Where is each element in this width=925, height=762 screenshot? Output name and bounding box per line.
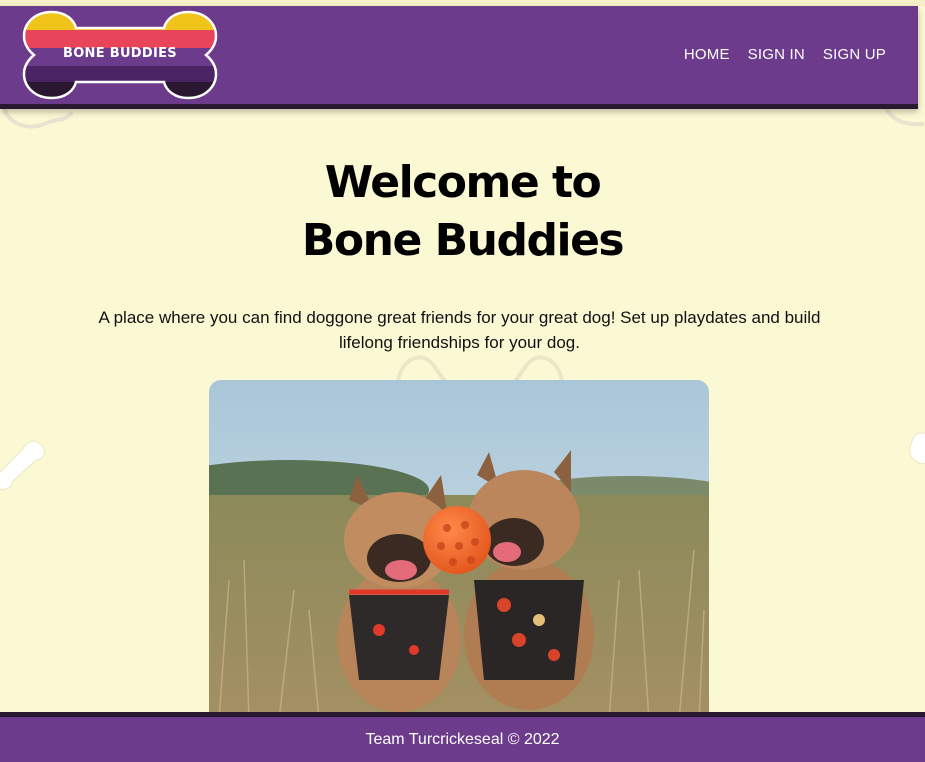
hero-dogs-photo (209, 380, 709, 720)
page-title-line-2: Bone Buddies (301, 215, 625, 266)
background-bone-icon (895, 425, 925, 475)
page-title-line-1: Welcome to (324, 157, 602, 208)
bone-buddies-logo[interactable]: BONE BUDDIES (22, 10, 218, 100)
nav-home-link[interactable]: HOME (684, 46, 730, 63)
site-footer: Team Turcrickeseal © 2022 (0, 712, 925, 762)
page-title: Welcome to Bone Buddies (0, 154, 925, 270)
background-bone-icon (0, 420, 62, 490)
nav-sign-up-link[interactable]: SIGN UP (823, 46, 886, 63)
tagline: A place where you can find doggone great… (98, 308, 821, 352)
footer-copyright: Team Turcrickeseal © 2022 (365, 731, 560, 748)
logo-text: BONE BUDDIES (63, 46, 177, 61)
site-header: BONE BUDDIES HOME SIGN IN SIGN UP (0, 6, 918, 109)
main-nav: HOME SIGN IN SIGN UP (684, 46, 886, 63)
nav-sign-in-link[interactable]: SIGN IN (748, 46, 805, 63)
french-bulldogs-photo-icon (209, 380, 709, 720)
